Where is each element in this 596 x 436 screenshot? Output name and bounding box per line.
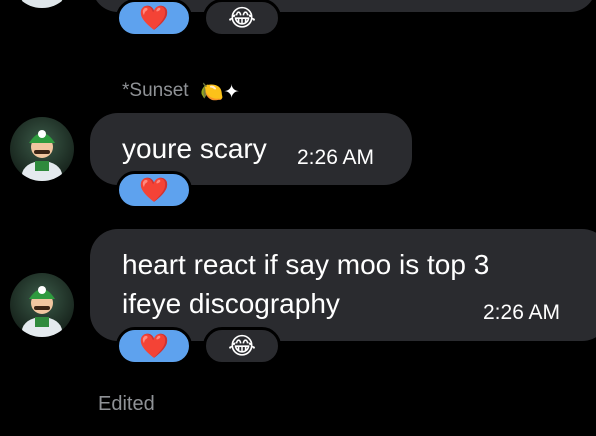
message-timestamp: 2:26 AM <box>297 146 375 169</box>
message-timestamp: 2:26 AM <box>483 301 561 324</box>
message-text-line: heart react if say moo is top 3 <box>122 249 490 280</box>
avatar[interactable] <box>10 0 74 8</box>
reaction-heart[interactable]: ❤️ <box>116 171 192 209</box>
reaction-heart[interactable]: ❤️ <box>116 327 192 365</box>
heart-icon: ❤️ <box>139 332 169 360</box>
reaction-heart[interactable]: ❤️ <box>116 0 192 37</box>
reaction-laugh[interactable]: 😂 <box>203 0 281 37</box>
reaction-laugh[interactable]: 😂 <box>203 327 281 365</box>
tears-of-joy-icon: 😂 <box>227 332 257 360</box>
sender-badges: 🍋✦ <box>200 82 240 103</box>
sender-name[interactable]: *Sunset <box>122 80 189 102</box>
message-text: youre scary <box>122 133 267 164</box>
heart-icon: ❤️ <box>139 4 169 32</box>
avatar[interactable] <box>10 273 74 337</box>
message-text-line: ifeye discography <box>122 288 340 319</box>
tears-of-joy-icon: 😂 <box>227 4 257 32</box>
edited-label: Edited <box>98 393 155 415</box>
heart-icon: ❤️ <box>139 176 169 204</box>
avatar[interactable] <box>10 117 74 181</box>
